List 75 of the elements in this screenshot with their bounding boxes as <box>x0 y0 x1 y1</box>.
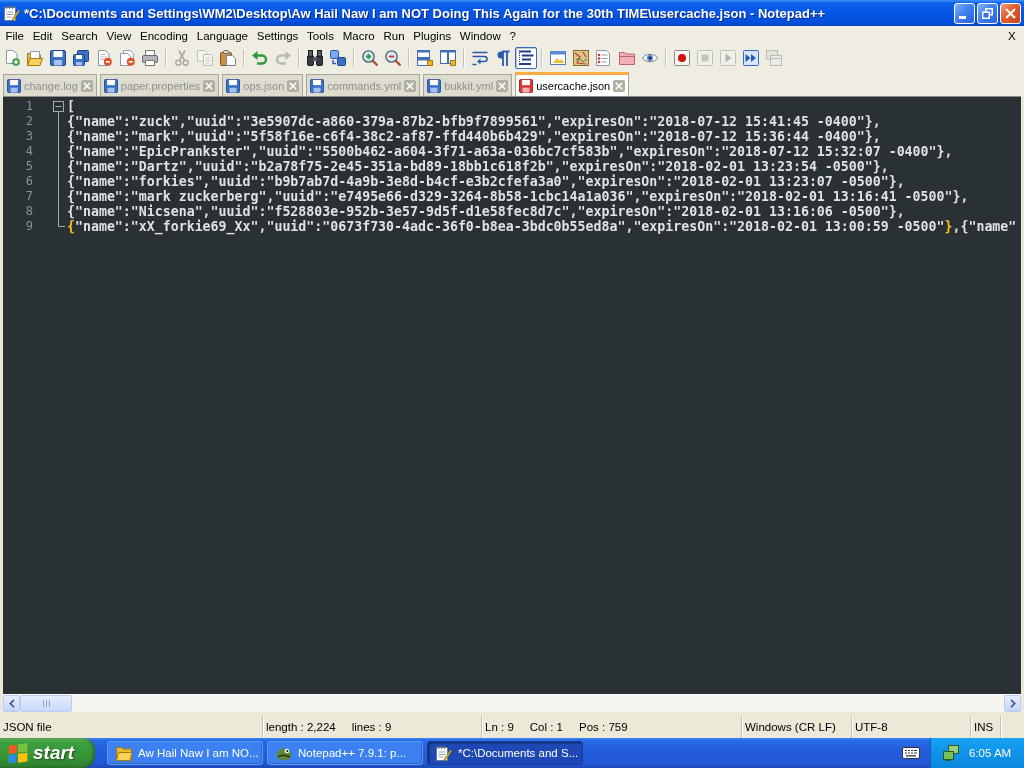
menu-item[interactable]: Language <box>192 27 253 44</box>
menu-item[interactable]: Encoding <box>135 27 193 44</box>
menu-item[interactable]: Settings <box>252 27 303 44</box>
status-text: Col : 1 <box>529 721 564 733</box>
scroll-right-button[interactable] <box>1004 695 1021 712</box>
code-line: {"name":"mark zuckerberg","uuid":"e7495e66-d329-3264-8b58-1cbc14a1a036","expiresOn":"2018-02-01 13:16:41 -0500"}, <box>67 189 969 204</box>
status-text: JSON file <box>3 721 52 733</box>
status-text: INS <box>974 721 994 733</box>
line-number: 9 <box>25 219 33 234</box>
status-text: lines : 9 <box>351 721 392 733</box>
line-number: 7 <box>25 189 33 204</box>
close-button[interactable] <box>1000 2 1021 24</box>
code-line: {"name":"forkies","uuid":"b9b7ab7d-4a9b-3e8d-b4cf-e3b2cfefa3a0","expiresOn":"2018-02-01 13:23:07 -0500"}, <box>67 174 905 189</box>
menu-item[interactable]: File <box>1 27 29 44</box>
close-icon <box>205 81 214 90</box>
line-number: 5 <box>25 159 33 174</box>
minimize-icon <box>958 15 966 19</box>
menu-item[interactable]: Window <box>455 27 506 44</box>
taskbar-button[interactable]: Notepad++ 7.9.1: p... <box>267 741 423 765</box>
menu-item[interactable]: ? <box>505 27 521 44</box>
start-button[interactable]: start <box>0 738 95 768</box>
line-number: 6 <box>25 174 33 189</box>
code-line: {"name":"xX_forkie69_Xx","uuid":"0673f730-4adc-36f0-b8ea-3bdc0b55ed8a","expiresOn":"2018-02-01 13:00:59 -0500"},{"name" <box>67 219 1017 234</box>
notepad-icon <box>4 5 20 21</box>
network-icon[interactable] <box>943 745 959 761</box>
code-line: {"name":"Nicsena","uuid":"f528803e-952b-3e57-9d5f-d1e58fec8d7c","expiresOn":"2018-02-01 13:16:06 -0500"}, <box>67 204 905 219</box>
minimize-button[interactable] <box>954 2 975 24</box>
line-number: 3 <box>25 129 33 144</box>
menu-item[interactable]: Macro <box>338 27 380 44</box>
menu-item[interactable]: Tools <box>302 27 339 44</box>
scrollbar-thumb[interactable] <box>20 695 72 712</box>
status-text: Pos : 759 <box>579 721 628 733</box>
close-icon <box>1005 7 1016 19</box>
close-document-button[interactable]: X <box>1003 27 1020 44</box>
keyboard-icon[interactable] <box>902 747 920 759</box>
menu-item[interactable]: Search <box>56 27 103 44</box>
status-text: Windows (CR LF) <box>745 721 836 733</box>
status-text: Ln : 9 <box>485 721 514 733</box>
line-number: 4 <box>25 144 33 159</box>
grip-icon <box>42 700 50 707</box>
taskbar-button[interactable]: *C:\Documents and S... <box>427 741 583 765</box>
status-text: length : 2,224 <box>266 721 336 733</box>
file-tab[interactable]: usercache.json <box>515 72 630 96</box>
folder-icon <box>116 745 132 761</box>
status-text: UTF-8 <box>855 721 888 733</box>
chevron-right-icon <box>1009 699 1016 708</box>
restore-icon <box>982 7 993 19</box>
restore-button[interactable] <box>977 2 998 24</box>
taskbar-button[interactable]: Aw Hail Naw I am NO... <box>107 741 263 765</box>
menu-item[interactable]: Edit <box>28 27 57 44</box>
close-icon <box>82 81 91 90</box>
scroll-left-button[interactable] <box>3 695 20 712</box>
code-editor[interactable] <box>3 96 1021 694</box>
fold-collapse-icon[interactable] <box>53 101 64 112</box>
chevron-left-icon <box>8 699 15 708</box>
code-line: [ <box>67 99 75 114</box>
horizontal-scrollbar[interactable] <box>3 694 1021 712</box>
menu-item[interactable]: Run <box>379 27 409 44</box>
line-number: 2 <box>25 114 33 129</box>
close-icon <box>289 81 298 90</box>
close-icon <box>615 81 624 90</box>
line-number: 1 <box>25 99 33 114</box>
window-title: *C:\Documents and Settings\WM2\Desktop\Aw Hail Naw I am NOT Doing This Again for the 30th TIME\usercache.json - Notepad++ <box>24 5 826 21</box>
code-line: {"name":"EpicPrankster","uuid":"5500b462-a604-3f71-a63a-036bc7cf583b","expiresOn":"2018-07-12 15:32:07 -0400"}, <box>67 144 953 159</box>
menu-item[interactable]: Plugins <box>408 27 456 44</box>
menu-item[interactable]: View <box>102 27 136 44</box>
close-icon <box>406 81 415 90</box>
code-line: {"name":"mark","uuid":"5f58f16e-c6f4-38c2-af87-ffd440b6b429","expiresOn":"2018-07-12 15:36:44 -0400"}, <box>67 129 881 144</box>
flag-icon <box>8 743 28 763</box>
code-line: {"name":"Dartz","uuid":"b2a78f75-2e45-351a-bd89-18bb1c618f2b","expiresOn":"2018-02-01 13:23:54 -0500"}, <box>67 159 889 174</box>
code-line: {"name":"zuck","uuid":"3e5907dc-a860-379a-87b2-bfb9f7899561","expiresOn":"2018-07-12 15:41:45 -0400"}, <box>67 114 881 129</box>
line-number: 8 <box>25 204 33 219</box>
notepad-icon <box>436 745 452 761</box>
clock: 6:05 AM <box>969 747 1012 759</box>
close-icon <box>498 81 507 90</box>
